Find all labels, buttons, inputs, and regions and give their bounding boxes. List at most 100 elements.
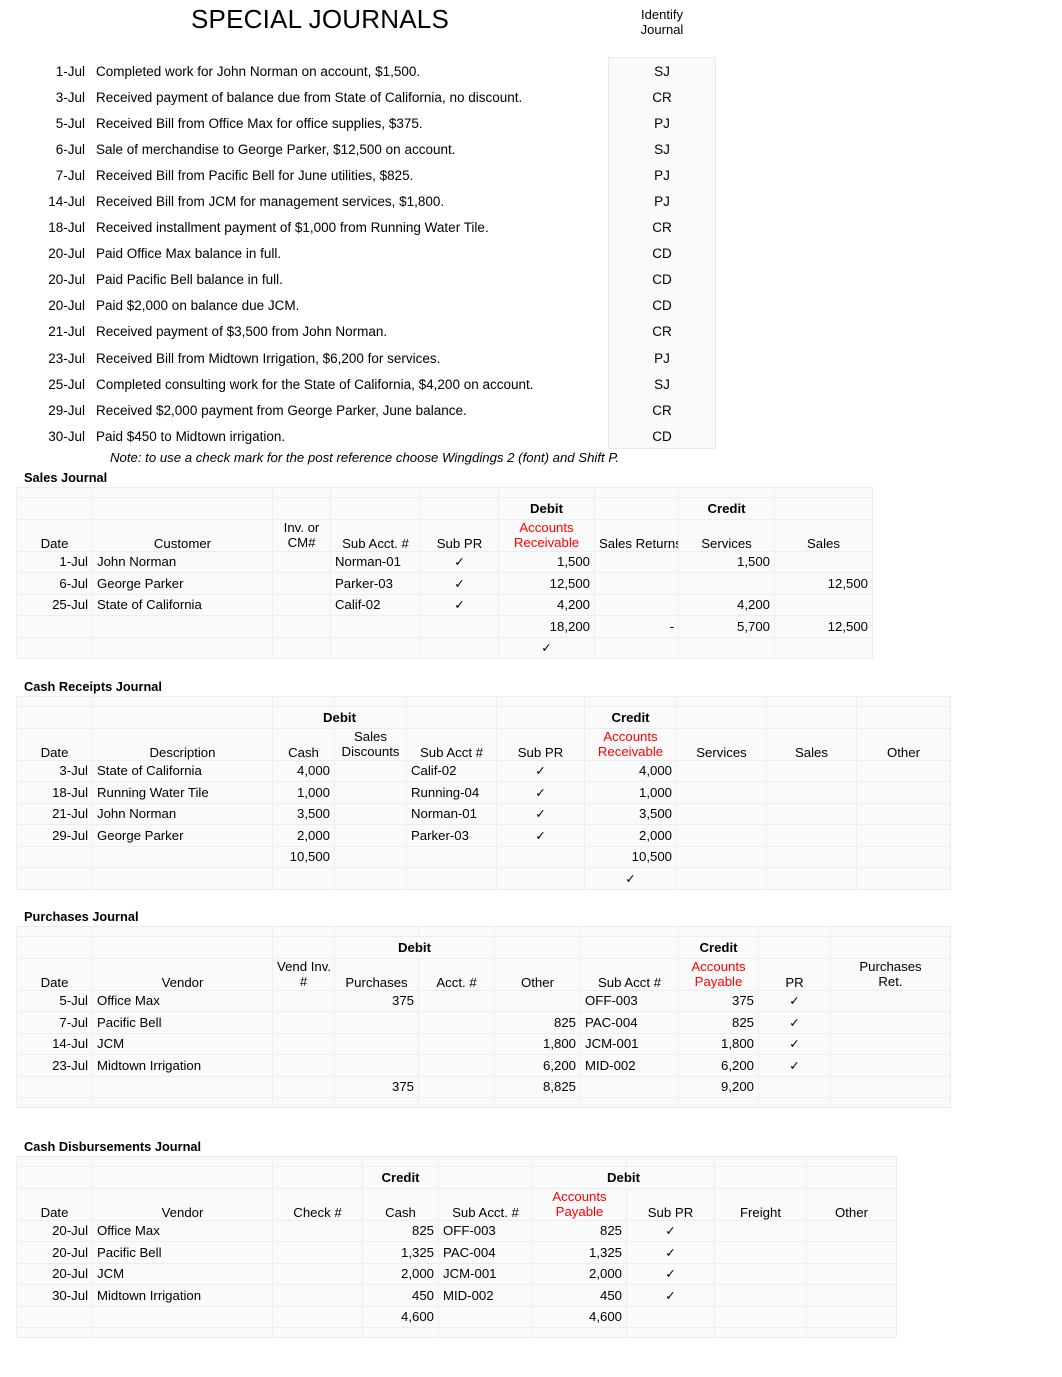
cell-sub-pr-check-icon[interactable]: ✓ (496, 824, 585, 847)
cell-sales-discounts[interactable] (334, 802, 407, 825)
cash-receipts-journal-table[interactable]: Debit Credit Date Description Cash Sales… (16, 696, 951, 890)
cell-description[interactable]: Running Water Tile (92, 781, 273, 804)
cell-vendor[interactable]: Midtown Irrigation (92, 1284, 273, 1307)
table-row[interactable]: 14-Jul JCM 1,800 JCM-001 1,800 ✓ (16, 1032, 951, 1055)
cell-sales[interactable] (766, 759, 857, 782)
transaction-journal-code[interactable]: CD (608, 298, 716, 313)
cell-vendor[interactable]: JCM (92, 1262, 273, 1285)
cell-other[interactable]: 825 (494, 1011, 581, 1034)
cell-date[interactable]: 14-Jul (16, 1032, 93, 1055)
cell-other[interactable] (806, 1241, 897, 1264)
cell-date[interactable]: 20-Jul (16, 1241, 93, 1264)
cell-sub-pr-check-icon[interactable]: ✓ (626, 1219, 715, 1242)
cash-disbursements-journal-table[interactable]: Credit Debit Date Vendor Check # Cash Su… (16, 1156, 897, 1338)
cell-purchases[interactable]: 375 (334, 989, 419, 1012)
cell-accounts-receivable[interactable]: 1,000 (584, 781, 677, 804)
transaction-journal-code[interactable]: PJ (608, 351, 716, 366)
cell-cash[interactable]: 4,000 (272, 759, 335, 782)
cell-sales-returns[interactable] (594, 593, 679, 616)
sales-journal-table[interactable]: Debit Credit Date Customer Inv. or CM# S… (16, 487, 873, 659)
cell-accounts-receivable[interactable]: 1,500 (498, 550, 595, 573)
table-row[interactable]: 29-Jul George Parker 2,000 Parker-03 ✓ 2,000 (16, 824, 951, 847)
transaction-journal-code[interactable]: SJ (608, 377, 716, 392)
cell-customer[interactable]: State of California (92, 593, 273, 616)
cell-sub-acct[interactable]: Calif-02 (330, 593, 421, 616)
cell-sales-discounts[interactable] (334, 824, 407, 847)
cell-sub-acct[interactable]: OFF-003 (580, 989, 679, 1012)
cell-inv-cm[interactable] (272, 593, 331, 616)
transaction-journal-code[interactable]: CD (608, 246, 716, 261)
cell-sub-acct[interactable]: MID-002 (580, 1054, 679, 1077)
cell-accounts-payable[interactable]: 6,200 (678, 1054, 759, 1077)
cell-inv-cm[interactable] (272, 550, 331, 573)
cell-acct[interactable] (418, 1054, 495, 1077)
cell-freight[interactable] (714, 1241, 807, 1264)
cell-sub-acct[interactable]: Parker-03 (330, 572, 421, 595)
cell-date[interactable]: 29-Jul (16, 824, 93, 847)
cell-acct[interactable] (418, 989, 495, 1012)
cell-vend-inv[interactable] (272, 989, 335, 1012)
cell-date[interactable]: 1-Jul (16, 550, 93, 573)
cell-sub-pr-check-icon[interactable]: ✓ (420, 550, 499, 573)
cell-vendor[interactable]: Pacific Bell (92, 1011, 273, 1034)
cell-accounts-payable[interactable]: 1,800 (678, 1032, 759, 1055)
cell-sub-acct[interactable]: Calif-02 (406, 759, 497, 782)
cell-sub-acct[interactable]: MID-002 (438, 1284, 533, 1307)
cell-check[interactable] (272, 1284, 363, 1307)
cell-accounts-receivable[interactable]: 4,200 (498, 593, 595, 616)
cell-accounts-payable[interactable]: 375 (678, 989, 759, 1012)
cell-sales[interactable] (766, 824, 857, 847)
cell-sales[interactable] (766, 802, 857, 825)
transaction-journal-code[interactable]: CD (608, 272, 716, 287)
table-row[interactable]: 20-Jul Pacific Bell 1,325 PAC-004 1,325 ✓ (16, 1241, 897, 1264)
table-row[interactable]: 7-Jul Pacific Bell 825 PAC-004 825 ✓ (16, 1011, 951, 1034)
cell-sales-returns[interactable] (594, 572, 679, 595)
cell-description[interactable]: George Parker (92, 824, 273, 847)
cell-date[interactable]: 18-Jul (16, 781, 93, 804)
cell-sales-returns[interactable] (594, 550, 679, 573)
cell-date[interactable]: 30-Jul (16, 1284, 93, 1307)
cell-customer[interactable]: George Parker (92, 572, 273, 595)
cell-check[interactable] (272, 1219, 363, 1242)
cell-sub-acct[interactable]: JCM-001 (580, 1032, 679, 1055)
cell-other[interactable] (856, 802, 951, 825)
cell-freight[interactable] (714, 1284, 807, 1307)
cell-date[interactable]: 7-Jul (16, 1011, 93, 1034)
cell-other[interactable] (856, 759, 951, 782)
cell-sub-acct[interactable]: JCM-001 (438, 1262, 533, 1285)
cell-sales-discounts[interactable] (334, 759, 407, 782)
cell-sales[interactable] (774, 593, 873, 616)
cell-accounts-payable[interactable]: 825 (678, 1011, 759, 1034)
cell-sub-pr-check-icon[interactable]: ✓ (626, 1284, 715, 1307)
cell-date[interactable]: 20-Jul (16, 1262, 93, 1285)
cell-services[interactable]: 1,500 (678, 550, 775, 573)
table-row[interactable]: 1-Jul John Norman Norman-01 ✓ 1,500 1,500 (16, 550, 873, 573)
cell-acct[interactable] (418, 1011, 495, 1034)
transaction-journal-code[interactable]: CR (608, 90, 716, 105)
cell-accounts-receivable[interactable]: 12,500 (498, 572, 595, 595)
cell-acct[interactable] (418, 1032, 495, 1055)
cell-cash[interactable]: 1,325 (362, 1241, 439, 1264)
cell-sub-pr-check-icon[interactable]: ✓ (626, 1262, 715, 1285)
cell-date[interactable]: 6-Jul (16, 572, 93, 595)
cell-sub-acct[interactable]: PAC-004 (438, 1241, 533, 1264)
cell-accounts-payable[interactable]: 825 (532, 1219, 627, 1242)
cell-other[interactable] (806, 1262, 897, 1285)
cell-services[interactable] (676, 759, 767, 782)
cell-date[interactable]: 21-Jul (16, 802, 93, 825)
transaction-journal-code[interactable]: SJ (608, 142, 716, 157)
cell-date[interactable]: 23-Jul (16, 1054, 93, 1077)
cell-services[interactable] (676, 802, 767, 825)
cell-sub-pr-check-icon[interactable]: ✓ (496, 759, 585, 782)
cell-customer[interactable]: John Norman (92, 550, 273, 573)
cell-vendor[interactable]: Office Max (92, 989, 273, 1012)
cell-sub-acct[interactable]: Norman-01 (406, 802, 497, 825)
table-row[interactable]: 18-Jul Running Water Tile 1,000 Running-04 ✓… (16, 781, 951, 804)
cell-purchases-returns[interactable] (830, 1032, 951, 1055)
transaction-journal-code[interactable]: PJ (608, 168, 716, 183)
transaction-journal-code[interactable]: CR (608, 403, 716, 418)
transaction-journal-code[interactable]: CR (608, 220, 716, 235)
cell-vend-inv[interactable] (272, 1032, 335, 1055)
table-row[interactable]: 23-Jul Midtown Irrigation 6,200 MID-002 6,20… (16, 1054, 951, 1077)
cell-other[interactable] (806, 1284, 897, 1307)
